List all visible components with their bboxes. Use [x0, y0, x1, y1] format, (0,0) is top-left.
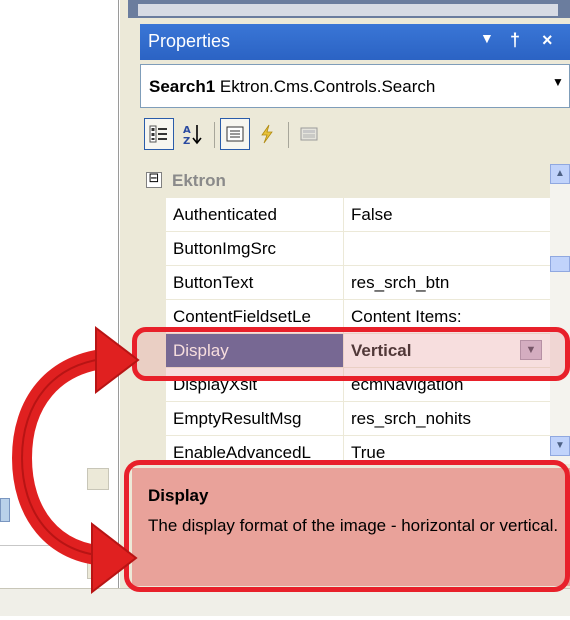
- panel-top-edge: [128, 0, 570, 18]
- chevron-down-icon[interactable]: ▼: [549, 75, 567, 89]
- object-type: Ektron.Cms.Controls.Search: [219, 77, 436, 96]
- object-selector-text: Search1 Ektron.Cms.Controls.Search: [149, 77, 435, 97]
- scroll-up-icon[interactable]: ▲: [550, 164, 570, 184]
- property-name: ButtonText: [166, 266, 344, 299]
- property-name: Authenticated: [166, 198, 344, 231]
- alphabetical-icon: AZ: [183, 125, 202, 145]
- description-highlight: [124, 460, 570, 592]
- svg-text:Z: Z: [183, 136, 190, 145]
- scroll-down-icon[interactable]: ▼: [550, 436, 570, 456]
- property-grid: ⊟ Ektron Authenticated False ButtonImgSr…: [140, 164, 570, 464]
- properties-button[interactable]: [220, 118, 250, 150]
- lightning-icon: [261, 124, 273, 144]
- property-pages-icon: [300, 127, 318, 141]
- properties-icon: [226, 126, 244, 142]
- property-row-emptyresultmsg[interactable]: EmptyResultMsg res_srch_nohits: [166, 402, 550, 436]
- property-value[interactable]: [344, 232, 550, 265]
- svg-text:A: A: [183, 125, 191, 136]
- alphabetical-button[interactable]: AZ: [178, 118, 208, 150]
- collapse-icon[interactable]: ⊟: [146, 172, 162, 188]
- property-name: ButtonImgSrc: [166, 232, 344, 265]
- object-selector[interactable]: Search1 Ektron.Cms.Controls.Search ▼: [140, 64, 570, 108]
- categorized-button[interactable]: [144, 118, 174, 150]
- curved-arrow-icon: [11, 325, 140, 595]
- toolbar-separator-2: [288, 122, 289, 148]
- property-value[interactable]: res_srch_nohits: [344, 402, 550, 435]
- panel-title: Properties: [148, 31, 231, 51]
- object-name: Search1: [149, 77, 216, 96]
- toolbar-separator: [214, 122, 215, 148]
- panel-top-gap: [138, 4, 558, 16]
- property-row-buttonimgsrc[interactable]: ButtonImgSrc: [166, 232, 550, 266]
- property-pages-button[interactable]: [294, 118, 324, 150]
- grid-scrollbar[interactable]: ▲ ▼: [550, 164, 570, 464]
- property-name: EmptyResultMsg: [166, 402, 344, 435]
- panel-titlebar[interactable]: Properties ▼ † ×: [140, 24, 570, 60]
- property-row-buttontext[interactable]: ButtonText res_srch_btn: [166, 266, 550, 300]
- scrollbar-thumb[interactable]: [550, 256, 570, 272]
- events-button[interactable]: [252, 118, 282, 150]
- properties-toolbar: AZ: [140, 110, 570, 160]
- property-value[interactable]: False: [344, 198, 550, 231]
- category-label: Ektron: [172, 171, 226, 190]
- window-position-icon[interactable]: ▼: [480, 30, 494, 46]
- close-icon[interactable]: ×: [542, 30, 553, 51]
- category-row[interactable]: ⊟ Ektron: [140, 164, 550, 198]
- row-highlight: [132, 327, 570, 381]
- property-row-authenticated[interactable]: Authenticated False: [166, 198, 550, 232]
- property-value[interactable]: res_srch_btn: [344, 266, 550, 299]
- categorized-icon: [149, 125, 167, 143]
- pin-icon[interactable]: †: [510, 30, 520, 51]
